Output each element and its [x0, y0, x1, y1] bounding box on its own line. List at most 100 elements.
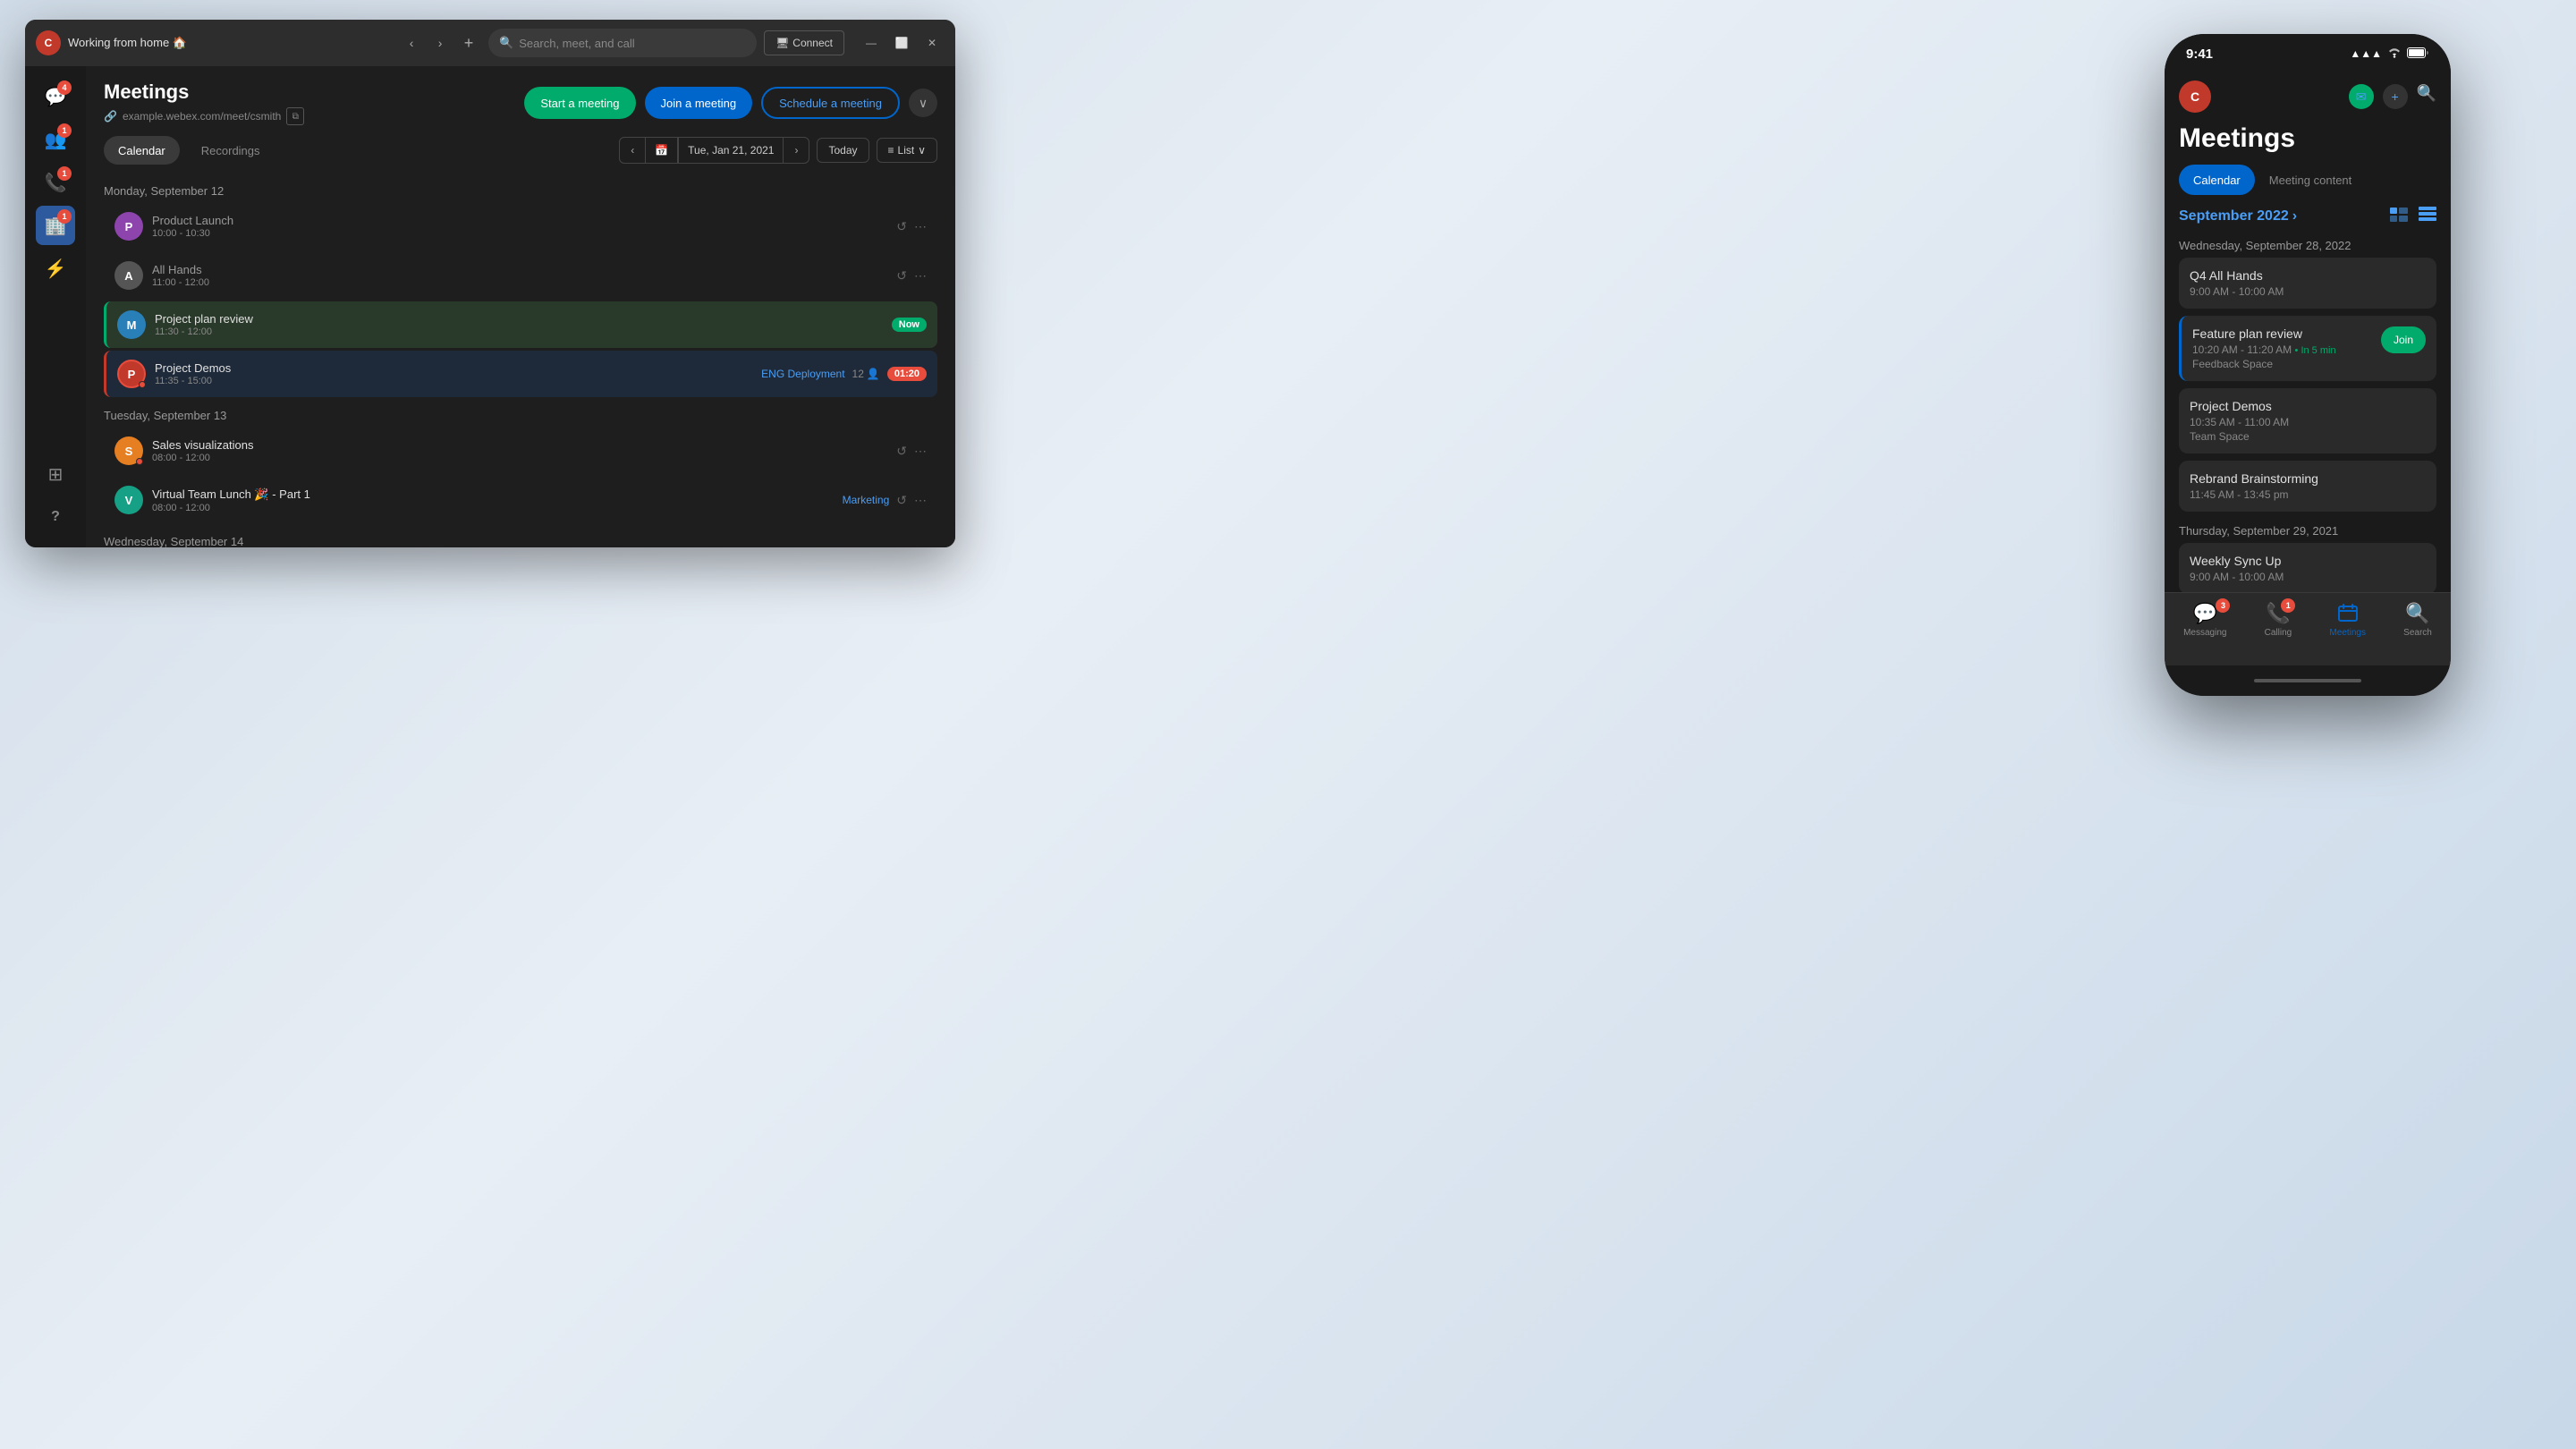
phone-meeting-project-demos[interactable]: Project Demos 10:35 AM - 11:00 AM Team S…: [2179, 388, 2436, 453]
phone-meeting-rebrand[interactable]: Rebrand Brainstorming 11:45 AM - 13:45 p…: [2179, 461, 2436, 512]
meeting-item-project-plan-review[interactable]: M Project plan review 11:30 - 12:00 Now: [104, 301, 937, 348]
eng-deployment-link[interactable]: ENG Deployment: [761, 368, 844, 380]
meeting-item-project-demos[interactable]: P Project Demos 11:35 - 15:00 ENG Deploy…: [104, 351, 937, 397]
phone-search-icon[interactable]: 🔍: [2417, 84, 2436, 109]
sidebar-item-teams[interactable]: ⚡: [36, 249, 75, 288]
phone-meeting-weekly-sync[interactable]: Weekly Sync Up 9:00 AM - 10:00 AM: [2179, 543, 2436, 592]
list-view-icon[interactable]: [2419, 206, 2436, 226]
meeting-time-product-launch: 10:00 - 10:30: [152, 228, 887, 239]
tab-calendar[interactable]: Calendar: [104, 136, 180, 165]
phone-status-bar: 9:41 ▲▲▲: [2165, 34, 2451, 73]
phone-bottom-nav: 💬 Messaging 3 📞 Calling 1 Meetings: [2165, 592, 2451, 665]
meeting-info-all-hands: All Hands 11:00 - 12:00: [152, 263, 887, 288]
join-button-feature[interactable]: Join: [2381, 326, 2426, 353]
tab-recordings[interactable]: Recordings: [187, 136, 275, 165]
phone-day-header-2: Thursday, September 29, 2021: [2179, 519, 2436, 543]
sidebar-item-meetings[interactable]: 🏢 1: [36, 206, 75, 245]
user-avatar: C: [36, 30, 61, 55]
nav-search-icon: 🔍: [2406, 602, 2429, 625]
wifi-icon: [2387, 47, 2402, 61]
prev-date-button[interactable]: ‹: [620, 138, 645, 163]
time-badge: 01:20: [887, 367, 927, 381]
phone-tab-meeting-content[interactable]: Meeting content: [2255, 165, 2367, 195]
schedule-meeting-button[interactable]: Schedule a meeting: [761, 87, 900, 119]
phone-month[interactable]: September 2022 ›: [2179, 208, 2297, 225]
next-date-button[interactable]: ›: [784, 138, 809, 163]
meeting-avatar-virtual-lunch: V: [114, 486, 143, 514]
sidebar-item-phone[interactable]: 📞 1: [36, 163, 75, 202]
more-icon[interactable]: ⋯: [914, 219, 927, 234]
phone-scroll-area[interactable]: Wednesday, September 28, 2022 Q4 All Han…: [2165, 233, 2451, 592]
meeting-item-virtual-lunch[interactable]: V Virtual Team Lunch 🎉 - Part 1 08:00 - …: [104, 477, 937, 523]
list-view-button[interactable]: ≡ List ∨: [877, 138, 938, 163]
connect-button[interactable]: 🖥 Connect: [764, 30, 844, 55]
calendar-nav: ‹ 📅 Tue, Jan 21, 2021 › Today ≡ List ∨: [619, 137, 937, 164]
meeting-actions-project-demos: ENG Deployment 12 👤 01:20: [761, 367, 927, 381]
phone-tab-calendar[interactable]: Calendar: [2179, 165, 2255, 195]
join-meeting-button[interactable]: Join a meeting: [645, 87, 753, 119]
more-icon-4[interactable]: ⋯: [914, 493, 927, 508]
phone-meetings-title: Meetings: [2165, 120, 2451, 165]
more-icon-2[interactable]: ⋯: [914, 268, 927, 284]
meeting-info-virtual-lunch: Virtual Team Lunch 🎉 - Part 1 08:00 - 12…: [152, 487, 834, 513]
more-icon-3[interactable]: ⋯: [914, 444, 927, 459]
phone-user-avatar[interactable]: C: [2179, 80, 2211, 113]
nav-item-calling[interactable]: 📞 Calling 1: [2265, 602, 2292, 638]
new-tab-button[interactable]: +: [456, 30, 481, 55]
sidebar-item-messaging[interactable]: 💬 4: [36, 77, 75, 116]
nav-back-button[interactable]: ‹: [399, 30, 424, 55]
today-button[interactable]: Today: [817, 138, 869, 163]
meeting-info-sales-viz: Sales visualizations 08:00 - 12:00: [152, 438, 887, 463]
nav-forward-button[interactable]: ›: [428, 30, 453, 55]
phone-tabs: Calendar Meeting content: [2165, 165, 2451, 195]
window-controls: — ⬜ ✕: [859, 30, 945, 55]
meeting-item-all-hands[interactable]: A All Hands 11:00 - 12:00 ↺ ⋯: [104, 252, 937, 299]
cal-icon: 📅: [645, 138, 678, 163]
start-meeting-button[interactable]: Start a meeting: [524, 87, 635, 119]
virtual-lunch-avatar-container: V: [114, 486, 143, 514]
minimize-button[interactable]: —: [859, 30, 884, 55]
meeting-info-project-demos: Project Demos 11:35 - 15:00: [155, 361, 752, 386]
phone-add-icon[interactable]: +: [2383, 84, 2408, 109]
copy-url-button[interactable]: ⧉: [286, 107, 304, 125]
phone-meeting-feature-plan[interactable]: Feature plan review 10:20 AM - 11:20 AM …: [2179, 316, 2436, 381]
search-bar[interactable]: 🔍 Search, meet, and call: [488, 29, 757, 57]
marketing-link[interactable]: Marketing: [843, 494, 890, 506]
sidebar: 💬 4 👥 1 📞 1 🏢 1 ⚡ ⊞ ?: [25, 66, 86, 547]
phone-meeting-q4-all-hands[interactable]: Q4 All Hands 9:00 AM - 10:00 AM: [2179, 258, 2436, 309]
close-button[interactable]: ✕: [919, 30, 945, 55]
title-bar: C Working from home 🏠 ‹ › + 🔍 Search, me…: [25, 20, 955, 66]
calendar-content: Monday, September 12 P Product Launch 10…: [86, 175, 955, 547]
meeting-name-sales-viz: Sales visualizations: [152, 438, 887, 452]
meetings-actions: Start a meeting Join a meeting Schedule …: [524, 87, 937, 119]
nav-item-search[interactable]: 🔍 Search: [2403, 602, 2432, 638]
meeting-item-sales-viz[interactable]: S Sales visualizations 08:00 - 12:00 ↺ ⋯: [104, 428, 937, 474]
calendar-grid-icon[interactable]: [2390, 206, 2408, 226]
edit-icon-2[interactable]: ↺: [896, 268, 907, 284]
edit-icon-3[interactable]: ↺: [896, 444, 907, 459]
nav-item-messaging[interactable]: 💬 Messaging 3: [2183, 602, 2226, 638]
meeting-actions-all-hands: ↺ ⋯: [896, 268, 927, 284]
day-header-mon-sep12: Monday, September 12: [104, 175, 937, 203]
meeting-name-product-launch: Product Launch: [152, 214, 887, 227]
phone-meeting-time-demos: 10:35 AM - 11:00 AM: [2190, 416, 2426, 428]
meeting-name-project-demos: Project Demos: [155, 361, 752, 375]
sidebar-item-help[interactable]: ?: [36, 497, 75, 537]
phone-meeting-name-rebrand: Rebrand Brainstorming: [2190, 471, 2426, 486]
phone-messages-icon[interactable]: ✉: [2349, 84, 2374, 109]
sidebar-item-apps[interactable]: ⊞: [36, 454, 75, 494]
meeting-time-all-hands: 11:00 - 12:00: [152, 277, 887, 288]
current-date: Tue, Jan 21, 2021: [678, 138, 784, 163]
sidebar-item-people[interactable]: 👥 1: [36, 120, 75, 159]
apps-icon: ⊞: [48, 463, 64, 486]
edit-icon[interactable]: ↺: [896, 219, 907, 234]
nav-messaging-badge: 3: [2216, 598, 2230, 613]
meetings-url-row: 🔗 example.webex.com/meet/csmith ⧉: [104, 107, 304, 125]
nav-item-meetings[interactable]: Meetings: [2329, 602, 2366, 638]
more-button[interactable]: ∨: [909, 89, 937, 117]
list-icon: ≡: [888, 144, 894, 157]
edit-icon-4[interactable]: ↺: [896, 493, 907, 508]
maximize-button[interactable]: ⬜: [889, 30, 914, 55]
meeting-item-product-launch[interactable]: P Product Launch 10:00 - 10:30 ↺ ⋯: [104, 203, 937, 250]
feature-plan-info: Feature plan review 10:20 AM - 11:20 AM …: [2192, 326, 2336, 370]
